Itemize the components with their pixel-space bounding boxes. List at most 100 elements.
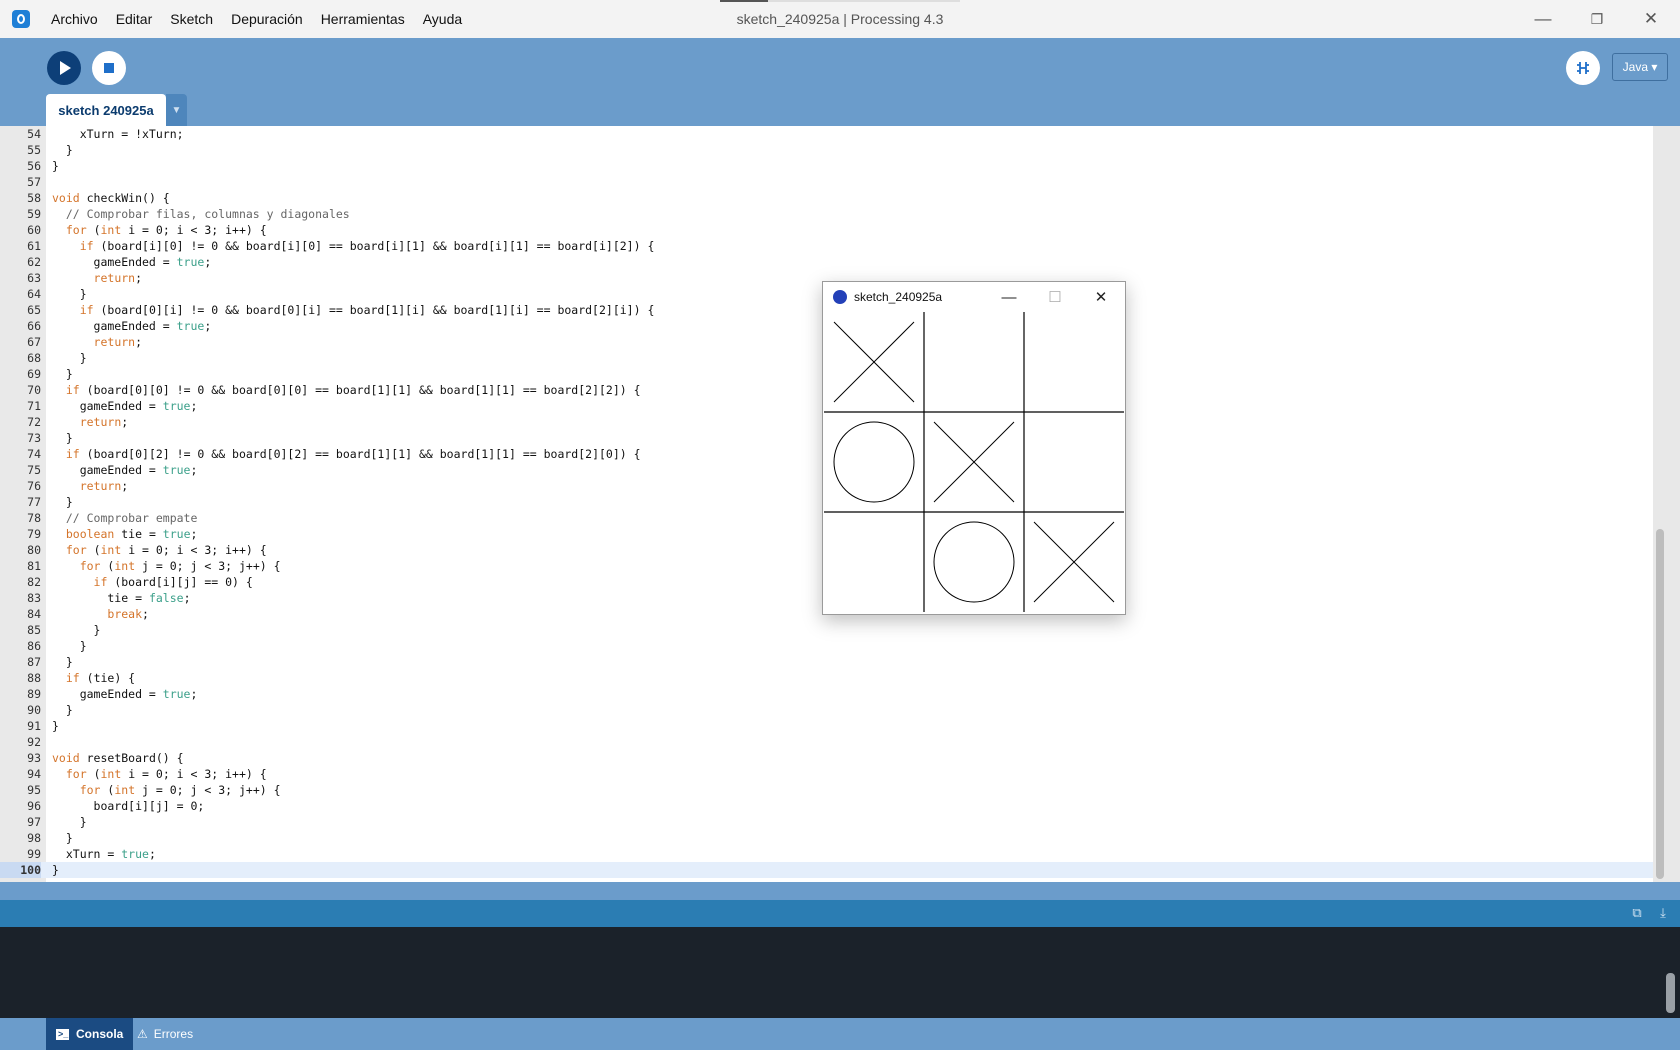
line-number: 89 <box>27 687 41 701</box>
menu-herramientas[interactable]: Herramientas <box>312 0 414 38</box>
line-text: // Comprobar filas, columnas y diagonale… <box>65 207 350 221</box>
run-button[interactable] <box>47 51 81 85</box>
line-text: // Comprobar empate <box>65 511 198 525</box>
code-line[interactable]: 88 if (tie) { <box>0 670 1653 686</box>
code-line[interactable]: 99 xTurn = true; <box>0 846 1653 862</box>
line-number: 100 <box>0 862 41 878</box>
line-number: 66 <box>27 319 41 333</box>
menu-ayuda[interactable]: Ayuda <box>414 0 471 38</box>
warning-icon: ⚠ <box>137 1027 148 1041</box>
line-number: 98 <box>27 831 41 845</box>
sketch-maximize-button[interactable]: ☐ <box>1035 282 1075 312</box>
code-line[interactable]: 90 } <box>0 702 1653 718</box>
code-line[interactable]: 98 } <box>0 830 1653 846</box>
tab-errores-label: Errores <box>153 1027 194 1041</box>
code-line[interactable]: 56} <box>0 158 1653 174</box>
code-line[interactable]: 59 // Comprobar filas, columnas y diagon… <box>0 206 1653 222</box>
tab-sketch[interactable]: sketch 240925a <box>46 94 166 126</box>
line-text: if (board[0][i] != 0 && board[0][i] == b… <box>79 303 655 317</box>
line-text: gameEnded = true; <box>52 319 212 333</box>
line-text: boolean tie = true; <box>65 527 198 541</box>
minimize-button[interactable]: — <box>1516 0 1570 38</box>
line-number: 97 <box>27 815 41 829</box>
vertical-scrollbar-thumb[interactable] <box>1656 529 1664 879</box>
line-text: if (tie) { <box>65 671 136 685</box>
line-text: if (board[0][2] != 0 && board[0][2] == b… <box>65 447 641 461</box>
code-line[interactable]: 89 gameEnded = true; <box>0 686 1653 702</box>
code-line[interactable]: 97 } <box>0 814 1653 830</box>
code-line[interactable]: 100} <box>0 862 1653 878</box>
line-text: } <box>52 703 73 717</box>
line-number: 95 <box>27 783 41 797</box>
menu-depuracion[interactable]: Depuración <box>222 0 312 38</box>
debugger-button[interactable] <box>1566 51 1600 85</box>
expand-icon[interactable]: ⧉ <box>1630 906 1644 920</box>
code-line[interactable]: 55 } <box>0 142 1653 158</box>
line-text: gameEnded = true; <box>52 255 212 269</box>
code-line[interactable]: 94 for (int i = 0; i < 3; i++) { <box>0 766 1653 782</box>
line-text: } <box>52 639 87 653</box>
code-line[interactable]: 62 gameEnded = true; <box>0 254 1653 270</box>
line-text: return; <box>79 415 129 429</box>
line-text: } <box>52 719 59 733</box>
line-text: } <box>52 287 87 301</box>
line-number: 70 <box>27 383 41 397</box>
code-line[interactable]: 92 <box>0 734 1653 750</box>
line-text: } <box>52 655 73 669</box>
code-line[interactable]: 61 if (board[i][0] != 0 && board[i][0] =… <box>0 238 1653 254</box>
line-number: 68 <box>27 351 41 365</box>
line-number: 85 <box>27 623 41 637</box>
line-text: return; <box>93 335 143 349</box>
code-line[interactable]: 96 board[i][j] = 0; <box>0 798 1653 814</box>
code-line[interactable]: 57 <box>0 174 1653 190</box>
menu-archivo[interactable]: Archivo <box>42 0 107 38</box>
stop-button[interactable] <box>92 51 126 85</box>
line-number: 56 <box>27 159 41 173</box>
line-text: for (int i = 0; i < 3; i++) { <box>65 543 267 557</box>
restore-button[interactable]: ❐ <box>1570 0 1624 38</box>
menu-editar[interactable]: Editar <box>107 0 162 38</box>
line-text: } <box>52 431 73 445</box>
code-line[interactable]: 93 void resetBoard() { <box>0 750 1653 766</box>
line-text: void resetBoard() { <box>52 751 184 765</box>
line-number: 86 <box>27 639 41 653</box>
sketch-close-button[interactable]: ✕ <box>1081 282 1121 312</box>
console-output[interactable] <box>0 927 1680 1018</box>
sketch-minimize-button[interactable]: — <box>989 282 1029 312</box>
line-number: 54 <box>27 127 41 141</box>
tab-menu-button[interactable]: ▼ <box>166 94 187 126</box>
mode-selector[interactable]: Java ▾ <box>1612 53 1668 81</box>
tab-errores[interactable]: ⚠ Errores <box>127 1018 203 1050</box>
line-number: 59 <box>27 207 41 221</box>
close-button[interactable]: ✕ <box>1624 0 1678 38</box>
line-text: gameEnded = true; <box>52 687 198 701</box>
line-number: 55 <box>27 143 41 157</box>
code-line[interactable]: 60 for (int i = 0; i < 3; i++) { <box>0 222 1653 238</box>
line-number: 78 <box>27 511 41 525</box>
collapse-icon[interactable]: ⤓ <box>1656 906 1670 920</box>
sketch-title-bar[interactable]: sketch_240925a — ☐ ✕ <box>823 282 1125 312</box>
o-mark <box>933 521 1015 603</box>
tab-consola[interactable]: >_ Consola <box>46 1018 134 1050</box>
code-line[interactable]: 95 for (int j = 0; j < 3; j++) { <box>0 782 1653 798</box>
line-text: xTurn = true; <box>52 847 156 861</box>
code-line[interactable]: 58 void checkWin() { <box>0 190 1653 206</box>
editor-bottom-strip <box>0 882 1680 900</box>
menu-sketch[interactable]: Sketch <box>161 0 222 38</box>
code-line[interactable]: 87 } <box>0 654 1653 670</box>
sketch-window[interactable]: sketch_240925a — ☐ ✕ <box>822 281 1126 615</box>
line-text: } <box>52 495 73 509</box>
line-text: board[i][j] = 0; <box>52 799 205 813</box>
line-text: for (int j = 0; j < 3; j++) { <box>79 783 281 797</box>
code-line[interactable]: 54 xTurn = !xTurn; <box>0 126 1653 142</box>
code-line[interactable]: 91} <box>0 718 1653 734</box>
line-number: 87 <box>27 655 41 669</box>
code-line[interactable]: 85 } <box>0 622 1653 638</box>
tic-tac-toe-canvas[interactable] <box>824 312 1124 612</box>
console-header: ⧉ ⤓ <box>0 900 1680 927</box>
line-number: 96 <box>27 799 41 813</box>
line-text: gameEnded = true; <box>52 399 198 413</box>
line-number: 80 <box>27 543 41 557</box>
console-scrollbar-thumb[interactable] <box>1666 973 1675 1013</box>
code-line[interactable]: 86 } <box>0 638 1653 654</box>
